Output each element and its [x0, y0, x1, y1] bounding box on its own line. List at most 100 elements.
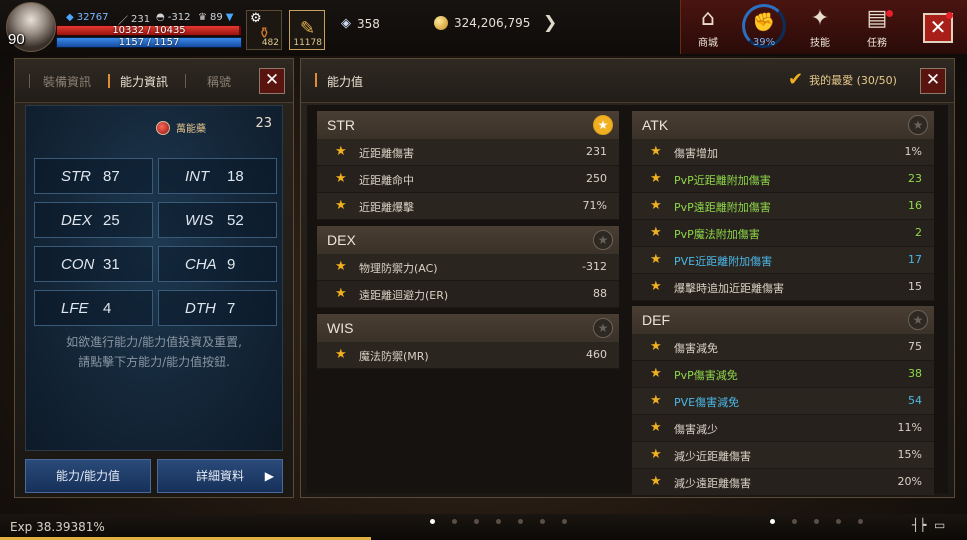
star-icon[interactable]: ★ [650, 393, 662, 408]
reset-hint: 如欲進行能力/能力值投資及重置, 請點擊下方能力/能力值按鈕. [66, 335, 242, 369]
battery-icon: ▭ [934, 518, 946, 532]
stat-int: INT 18 [158, 158, 277, 194]
page-dot[interactable] [540, 519, 545, 524]
star-icon[interactable]: ★ [650, 198, 662, 213]
stat-row: ★ 傷害減少 11% [632, 415, 934, 442]
tab-divider [185, 74, 186, 88]
star-icon[interactable]: ★ [650, 225, 662, 240]
stat-row: ★ 傷害增加 1% [632, 139, 934, 166]
stat-row: ★ PVE近距離附加傷害 17 [632, 247, 934, 274]
gold-currency: 324,206,795 [434, 16, 530, 30]
favorite-star-icon[interactable]: ★ [908, 310, 928, 330]
page-dot[interactable] [474, 519, 479, 524]
expand-arrow-icon[interactable]: ❯ [543, 13, 557, 33]
page-dot[interactable] [496, 519, 501, 524]
page-dot[interactable] [518, 519, 523, 524]
skill-button[interactable]: ✦ 技能 [798, 4, 842, 52]
stat-dth: DTH 7 [158, 290, 277, 326]
section-header: ATK ★ [632, 111, 934, 139]
gem-icon: ◈ [341, 16, 351, 31]
stat-cha: CHA 9 [158, 246, 277, 282]
page-dot[interactable] [452, 519, 457, 524]
star-icon[interactable]: ★ [335, 347, 347, 362]
stat-lfe: LFE 4 [34, 290, 153, 326]
favorite-star-icon[interactable]: ★ [593, 115, 613, 135]
star-icon[interactable]: ★ [335, 198, 347, 213]
tab-title[interactable]: 稱號 [207, 73, 231, 90]
mp-text: 1157 / 1157 [118, 37, 180, 48]
stat-area: 萬能藥 23 STR 87 INT 18 DEX 25 WIS 52 CON 3… [25, 105, 283, 451]
close-notification-dot [946, 12, 953, 19]
page-dot[interactable] [836, 519, 841, 524]
star-icon[interactable]: ★ [650, 252, 662, 267]
potion-slot[interactable]: ⚙ ⚱ 482 [246, 10, 282, 50]
exp-text: Exp 38.39381% [10, 520, 105, 534]
scroll-slot[interactable]: ✎ 11178 [289, 10, 325, 50]
page-dot[interactable] [562, 519, 567, 524]
hp-text: 10332 / 10435 [112, 25, 186, 36]
elixir-label: 萬能藥 [156, 120, 206, 135]
star-icon[interactable]: ★ [650, 366, 662, 381]
section-def: DEF ★ ★ 傷害減免 75 ★ PvP傷害減免 38 ★ PVE傷害減免 54 ★ 傷害減… [632, 306, 934, 496]
star-icon[interactable]: ★ [650, 339, 662, 354]
favorite-star-icon[interactable]: ★ [908, 115, 928, 135]
info-tabs: 裝備資訊 能力資訊 稱號 ✕ [15, 59, 293, 103]
star-icon[interactable]: ★ [650, 420, 662, 435]
shop-button[interactable]: ⌂ 商城 [686, 4, 730, 52]
star-icon[interactable]: ★ [650, 279, 662, 294]
defense-stat: ◓ -312 [156, 12, 191, 23]
stat-row: ★ 遠距離迴避力(ER) 88 [317, 281, 619, 308]
star-icon[interactable]: ★ [335, 171, 347, 186]
panel-title: 能力值 [327, 75, 364, 89]
gold-coin-icon [434, 16, 448, 30]
mp-bar: 1157 / 1157 [56, 37, 242, 48]
star-icon[interactable]: ★ [650, 447, 662, 462]
section-dex: DEX ★ ★ 物理防禦力(AC) -312 ★ 遠距離迴避力(ER) 88 [317, 226, 619, 308]
stat-row: ★ 減少遠距離傷害 20% [632, 469, 934, 496]
page-dot[interactable] [770, 519, 775, 524]
stat-row: ★ PVE傷害減免 54 [632, 388, 934, 415]
dropdown-arrow-icon[interactable]: ▼ [226, 12, 234, 23]
page-dot[interactable] [792, 519, 797, 524]
quest-notification-dot [886, 10, 893, 17]
stat-percent: 39% [752, 37, 776, 48]
favorites-toggle[interactable]: ✔ 我的最愛 (30/50) [788, 71, 897, 89]
tab-ability[interactable]: 能力資訊 [120, 73, 168, 90]
star-icon[interactable]: ★ [650, 144, 662, 159]
tab-equipment[interactable]: 裝備資訊 [43, 73, 91, 90]
detail-button[interactable]: 詳細資料 ▶ [157, 459, 283, 493]
ability-value-list: STR ★ ★ 近距離傷害 231 ★ 近距離命中 250 ★ 近距離爆擊 71% DEX … [307, 105, 948, 496]
character-level: 90 [8, 31, 25, 48]
star-icon[interactable]: ★ [335, 286, 347, 301]
section-atk: ATK ★ ★ 傷害增加 1% ★ PvP近距離附加傷害 23 ★ PvP遠距離附加傷害 1… [632, 111, 934, 301]
stat-row: ★ 近距離傷害 231 [317, 139, 619, 166]
stat-row: ★ PvP近距離附加傷害 23 [632, 166, 934, 193]
page-dot[interactable] [814, 519, 819, 524]
section-str: STR ★ ★ 近距離傷害 231 ★ 近距離命中 250 ★ 近距離爆擊 71% [317, 111, 619, 220]
section-header: DEF ★ [632, 306, 934, 334]
stat-row: ★ PvP魔法附加傷害 2 [632, 220, 934, 247]
star-icon[interactable]: ★ [335, 259, 347, 274]
star-icon[interactable]: ★ [650, 474, 662, 489]
stat-wis: WIS 52 [158, 202, 277, 238]
star-icon[interactable]: ★ [650, 171, 662, 186]
shop-icon: ⌂ [701, 6, 715, 31]
stat-dex: DEX 25 [34, 202, 153, 238]
ability-button[interactable]: 能力/能力值 [25, 459, 151, 493]
page-dot[interactable] [430, 519, 435, 524]
page-dots-left [430, 519, 567, 524]
title-marker [315, 73, 317, 87]
close-right-panel-button[interactable]: ✕ [920, 68, 946, 94]
elixir-count: 23 [255, 116, 272, 131]
star-icon[interactable]: ★ [335, 144, 347, 159]
section-wis: WIS ★ ★ 魔法防禦(MR) 460 [317, 314, 619, 369]
close-left-panel-button[interactable]: ✕ [259, 68, 285, 94]
stat-str: STR 87 [34, 158, 153, 194]
scroll-icon: ✎ [300, 18, 316, 39]
blue-wing-icon: ◆ [66, 12, 74, 23]
trophy-stat: ♛ 89 ▼ [198, 12, 234, 23]
page-dot[interactable] [858, 519, 863, 524]
favorite-star-icon[interactable]: ★ [593, 318, 613, 338]
gem-currency: ◈ 358 [341, 16, 380, 31]
favorite-star-icon[interactable]: ★ [593, 230, 613, 250]
